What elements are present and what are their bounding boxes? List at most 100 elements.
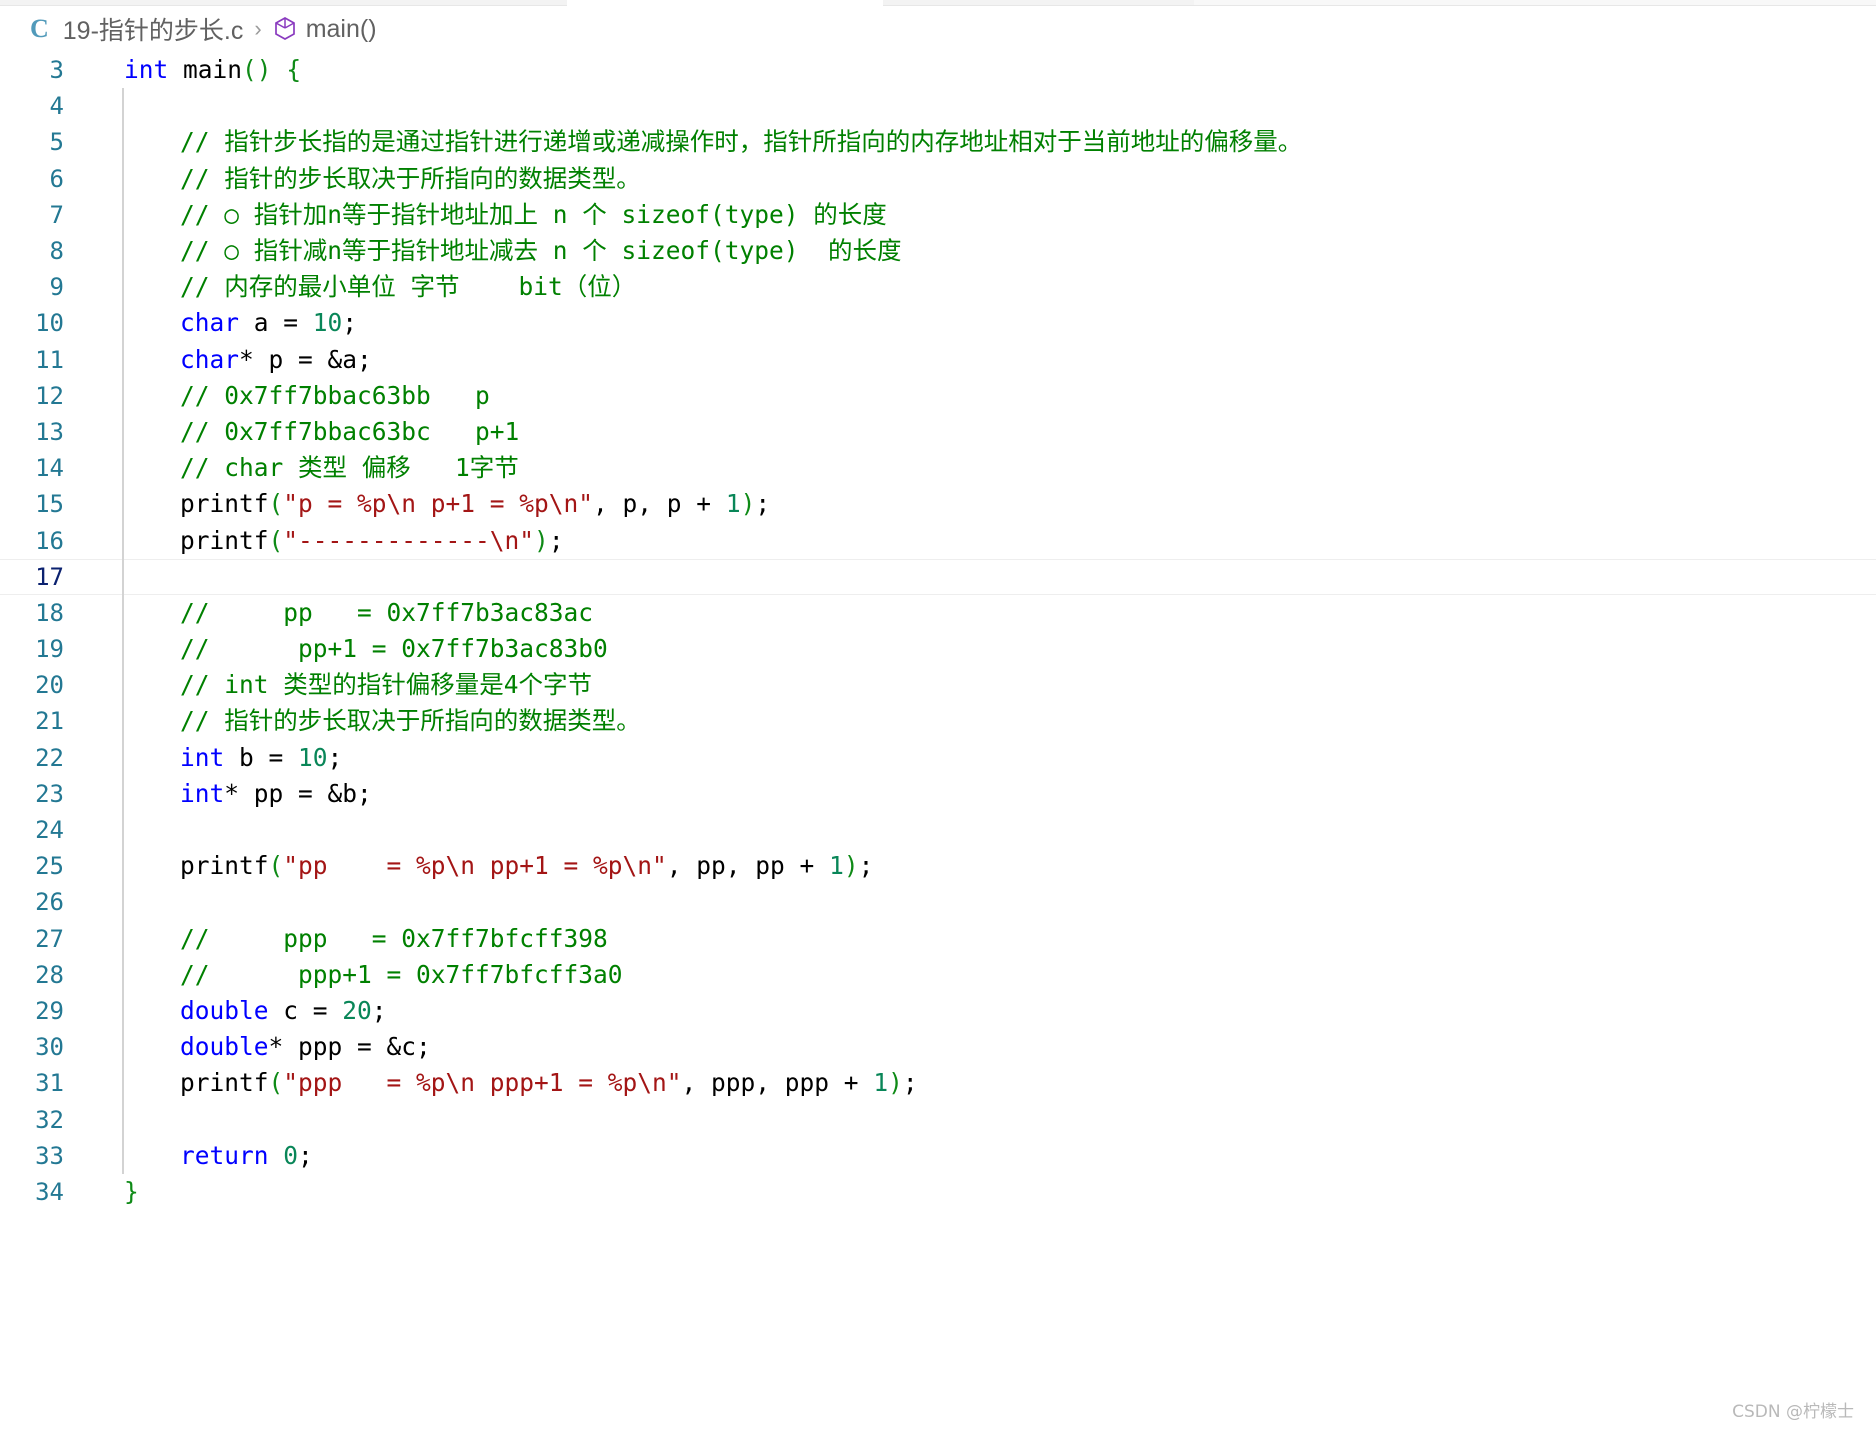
line-number[interactable]: 18	[0, 599, 78, 627]
line-number[interactable]: 8	[0, 237, 78, 265]
code-text[interactable]: // 内存的最小单位 字节 bit（位）	[124, 269, 636, 305]
code-text[interactable]: printf("-------------\n");	[124, 523, 564, 559]
line-number[interactable]: 17	[0, 563, 78, 591]
line-number[interactable]: 5	[0, 128, 78, 156]
code-text[interactable]: }	[124, 1174, 139, 1210]
code-line-21[interactable]: 21 // 指针的步长取决于所指向的数据类型。	[0, 703, 1876, 740]
code-text[interactable]: // ○ 指针加n等于指针地址加上 n 个 sizeof(type) 的长度	[124, 197, 887, 233]
line-number[interactable]: 10	[0, 309, 78, 337]
code-text[interactable]: // ○ 指针减n等于指针地址减去 n 个 sizeof(type) 的长度	[124, 233, 902, 269]
line-number[interactable]: 3	[0, 56, 78, 84]
line-number[interactable]: 13	[0, 418, 78, 446]
code-line-16[interactable]: 16 printf("-------------\n");	[0, 522, 1876, 559]
line-number[interactable]: 7	[0, 201, 78, 229]
code-line-23[interactable]: 23 int* pp = &b;	[0, 775, 1876, 812]
code-text[interactable]: int b = 10;	[124, 740, 342, 776]
code-text[interactable]: int main() {	[124, 52, 301, 88]
line-number[interactable]: 19	[0, 635, 78, 663]
code-line-12[interactable]: 12 // 0x7ff7bbac63bb p	[0, 377, 1876, 414]
code-line-5[interactable]: 5 // 指针步长指的是通过指针进行递增或递减操作时，指针所指向的内存地址相对于当…	[0, 124, 1876, 161]
code-line-8[interactable]: 8 // ○ 指针减n等于指针地址减去 n 个 sizeof(type) 的长度	[0, 232, 1876, 270]
code-line-14[interactable]: 14 // char 类型 偏移 1字节	[0, 450, 1876, 487]
token-paren: )	[740, 489, 756, 519]
code-line-9[interactable]: 9 // 内存的最小单位 字节 bit（位）	[0, 269, 1876, 306]
code-line-17[interactable]: 17	[0, 558, 1876, 595]
code-text[interactable]: // 指针的步长取决于所指向的数据类型。	[124, 703, 641, 739]
line-number[interactable]: 9	[0, 273, 78, 301]
code-line-10[interactable]: 10 char a = 10;	[0, 305, 1876, 342]
code-text[interactable]: return 0;	[124, 1138, 313, 1174]
line-number[interactable]: 23	[0, 780, 78, 808]
code-line-28[interactable]: 28 // ppp+1 = 0x7ff7bfcff3a0	[0, 956, 1876, 993]
code-text[interactable]: char a = 10;	[124, 305, 357, 341]
code-line-22[interactable]: 22 int b = 10;	[0, 739, 1876, 776]
code-line-29[interactable]: 29 double c = 20;	[0, 992, 1876, 1030]
code-text[interactable]: // char 类型 偏移 1字节	[124, 450, 519, 486]
line-number[interactable]: 32	[0, 1106, 78, 1134]
line-number[interactable]: 16	[0, 527, 78, 555]
breadcrumb-symbol-name[interactable]: main()	[306, 15, 377, 44]
line-number[interactable]: 14	[0, 454, 78, 482]
code-text[interactable]: printf("ppp = %p\n ppp+1 = %p\n", ppp, p…	[124, 1065, 918, 1101]
code-line-11[interactable]: 11 char* p = &a;	[0, 341, 1876, 378]
line-number[interactable]: 21	[0, 707, 78, 735]
code-line-33[interactable]: 33 return 0;	[0, 1137, 1876, 1174]
code-line-4[interactable]: 4	[0, 88, 1876, 125]
code-line-13[interactable]: 13 // 0x7ff7bbac63bc p+1	[0, 413, 1876, 451]
code-line-26[interactable]: 26	[0, 884, 1876, 921]
code-line-7[interactable]: 7 // ○ 指针加n等于指针地址加上 n 个 sizeof(type) 的长度	[0, 196, 1876, 233]
code-line-31[interactable]: 31 printf("ppp = %p\n ppp+1 = %p\n", ppp,…	[0, 1065, 1876, 1102]
code-text[interactable]: printf("p = %p\n p+1 = %p\n", p, p + 1);	[124, 486, 770, 522]
code-line-30[interactable]: 30 double* ppp = &c;	[0, 1029, 1876, 1066]
line-number[interactable]: 33	[0, 1142, 78, 1170]
code-text[interactable]: // 0x7ff7bbac63bb p	[124, 378, 490, 414]
code-text[interactable]: // int 类型的指针偏移量是4个字节	[124, 667, 592, 703]
code-text[interactable]: // ppp = 0x7ff7bfcff398	[124, 921, 608, 957]
line-number[interactable]: 6	[0, 165, 78, 193]
line-number[interactable]: 22	[0, 744, 78, 772]
line-number[interactable]: 34	[0, 1178, 78, 1206]
code-line-32[interactable]: 32	[0, 1101, 1876, 1138]
code-text[interactable]: // 指针的步长取决于所指向的数据类型。	[124, 161, 641, 197]
c-language-icon: C	[30, 14, 49, 43]
code-text[interactable]: // 指针步长指的是通过指针进行递增或递减操作时，指针所指向的内存地址相对于当前…	[124, 124, 1302, 160]
code-line-15[interactable]: 15 printf("p = %p\n p+1 = %p\n", p, p + 1…	[0, 486, 1876, 523]
line-number[interactable]: 4	[0, 92, 78, 120]
line-number[interactable]: 25	[0, 852, 78, 880]
code-text[interactable]: double c = 20;	[124, 993, 387, 1029]
code-text[interactable]: int* pp = &b;	[124, 776, 372, 812]
line-number[interactable]: 11	[0, 346, 78, 374]
line-number[interactable]: 15	[0, 490, 78, 518]
code-line-20[interactable]: 20 // int 类型的指针偏移量是4个字节	[0, 667, 1876, 704]
code-line-6[interactable]: 6 // 指针的步长取决于所指向的数据类型。	[0, 160, 1876, 197]
code-text[interactable]: // 0x7ff7bbac63bc p+1	[124, 414, 519, 450]
code-line-19[interactable]: 19 // pp+1 = 0x7ff7b3ac83b0	[0, 631, 1876, 668]
line-number[interactable]: 27	[0, 925, 78, 953]
line-number[interactable]: 24	[0, 816, 78, 844]
code-text[interactable]: // ppp+1 = 0x7ff7bfcff3a0	[124, 957, 623, 993]
code-text[interactable]: double* ppp = &c;	[124, 1029, 431, 1065]
token-cmt: // 内存的最小单位 字节 bit（位）	[180, 272, 637, 302]
breadcrumb-file-name[interactable]: 19-指针的步长.c	[63, 11, 244, 47]
line-number[interactable]: 31	[0, 1069, 78, 1097]
code-line-3[interactable]: 3 int main() {	[0, 52, 1876, 88]
token-plain: printf	[180, 1068, 269, 1098]
line-number[interactable]: 30	[0, 1033, 78, 1061]
code-line-25[interactable]: 25 printf("pp = %p\n pp+1 = %p\n", pp, pp…	[0, 848, 1876, 885]
code-text[interactable]: char* p = &a;	[124, 342, 372, 378]
line-number[interactable]: 26	[0, 888, 78, 916]
code-line-34[interactable]: 34}	[0, 1174, 1876, 1210]
code-text[interactable]: // pp = 0x7ff7b3ac83ac	[124, 595, 593, 631]
line-number[interactable]: 28	[0, 961, 78, 989]
code-line-27[interactable]: 27 // ppp = 0x7ff7bfcff398	[0, 920, 1876, 957]
code-line-18[interactable]: 18 // pp = 0x7ff7b3ac83ac	[0, 594, 1876, 631]
code-editor[interactable]: 3 int main() { 4 5 // 指针步长指的是通过指针进行递增或递减操作时，…	[0, 52, 1876, 1442]
line-number[interactable]: 20	[0, 671, 78, 699]
breadcrumb[interactable]: C 19-指针的步长.c › main()	[0, 6, 1876, 52]
line-number[interactable]: 29	[0, 997, 78, 1025]
token-cmt: // 指针步长指的是通过指针进行递增或递减操作时，指针所指向的内存地址相对于当前…	[180, 127, 1303, 157]
code-line-24[interactable]: 24	[0, 811, 1876, 849]
code-text[interactable]: printf("pp = %p\n pp+1 = %p\n", pp, pp +…	[124, 848, 873, 884]
code-text[interactable]: // pp+1 = 0x7ff7b3ac83b0	[124, 631, 608, 667]
line-number[interactable]: 12	[0, 382, 78, 410]
